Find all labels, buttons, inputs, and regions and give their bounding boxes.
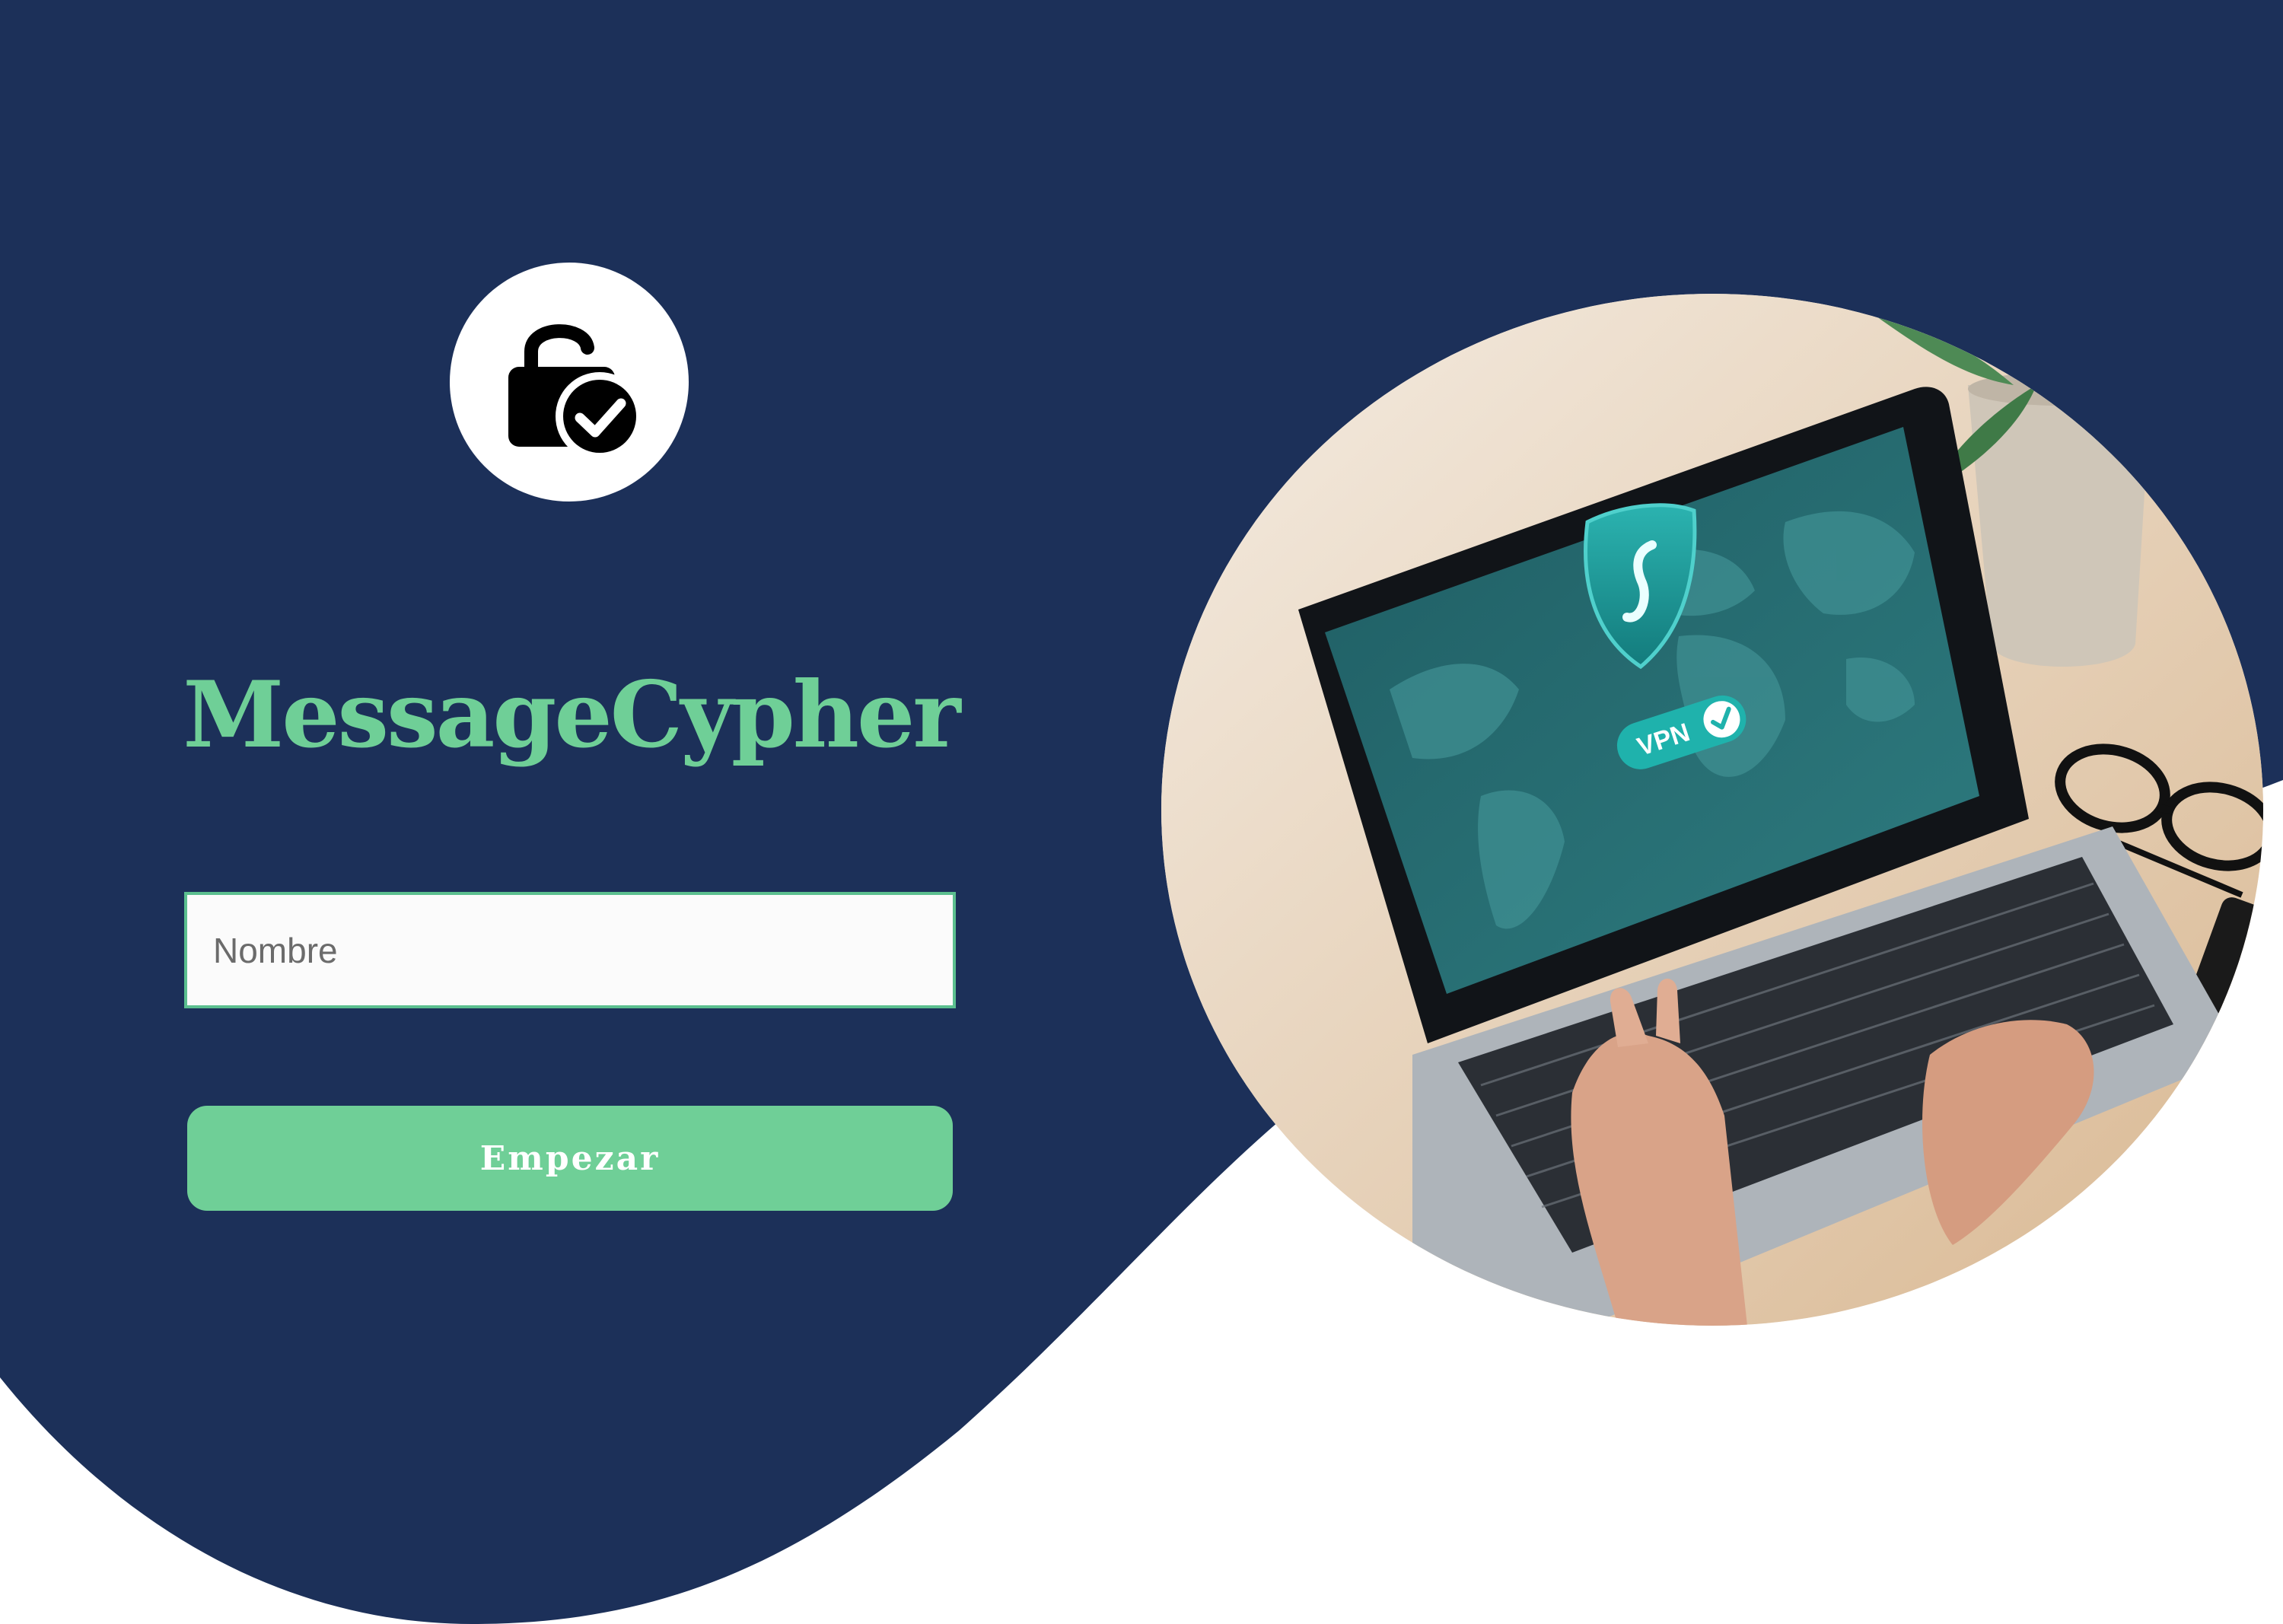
name-input[interactable] (184, 892, 956, 1008)
logo-badge (450, 263, 689, 502)
start-button[interactable]: Empezar (187, 1106, 953, 1211)
hero-image: VPN (1161, 294, 2263, 1326)
unlock-check-icon (508, 324, 644, 458)
laptop-vpn-illustration: VPN (1161, 294, 2263, 1326)
app-root: MessageCypher Empezar (0, 0, 2283, 1624)
app-title: MessageCypher (183, 661, 960, 769)
